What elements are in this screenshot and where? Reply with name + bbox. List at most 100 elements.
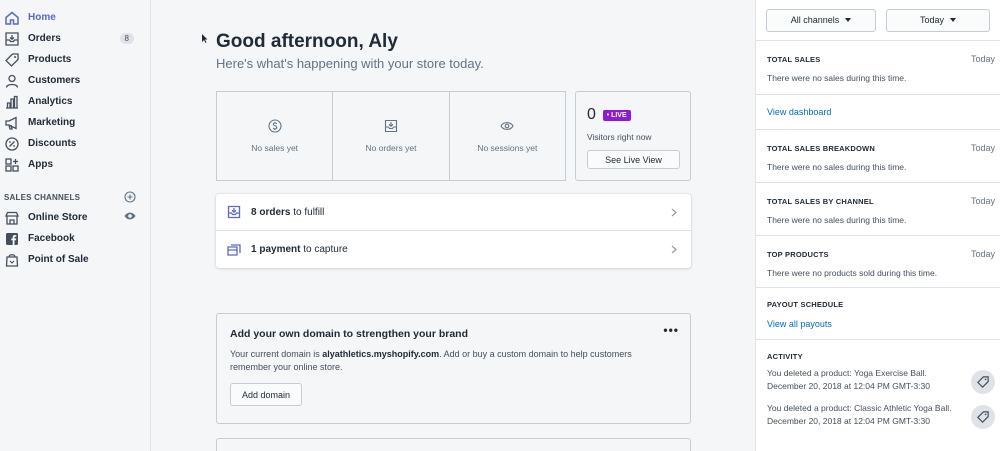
sales-by-channel-section: TOTAL SALES BY CHANNEL Today There were … xyxy=(756,183,1000,236)
eye-icon xyxy=(500,119,514,133)
home-icon xyxy=(4,10,19,25)
live-visitors-header: 0 • LIVE xyxy=(587,106,690,124)
sidebar-item-facebook[interactable]: Facebook xyxy=(0,228,150,249)
orders-stat[interactable]: No orders yet xyxy=(333,92,450,180)
mouse-cursor-icon xyxy=(202,34,208,43)
payment-to-capture-text: 1 payment to capture xyxy=(251,244,348,255)
orders-icon xyxy=(4,31,19,46)
total-sales-text: There were no sales during this time. xyxy=(767,73,907,83)
megaphone-icon xyxy=(4,115,19,130)
sessions-stat[interactable]: No sessions yet xyxy=(450,92,565,180)
payment-to-capture-row[interactable]: 1 payment to capture xyxy=(216,231,691,268)
domain-card-text: Your current domain is alyathletics.mysh… xyxy=(230,349,632,372)
sidebar-item-label: Products xyxy=(28,54,72,65)
main-content: Good afternoon, Aly Here's what's happen… xyxy=(151,0,755,451)
view-all-payouts-link[interactable]: View all payouts xyxy=(767,319,832,329)
page-subtitle: Here's what's happening with your store … xyxy=(216,56,484,71)
sidebar-item-products[interactable]: Products xyxy=(0,49,150,70)
facebook-icon xyxy=(4,231,19,246)
sessions-stat-label: No sessions yet xyxy=(477,143,538,153)
top-products-heading: TOP PRODUCTS xyxy=(767,250,829,259)
right-panel: All channels Today TOTAL SALES Today The… xyxy=(755,0,1000,451)
activity-section: ACTIVITY You deleted a product: Yoga Exe… xyxy=(756,340,1000,429)
tag-icon xyxy=(4,52,19,67)
channel-select[interactable]: All channels xyxy=(766,8,876,32)
sales-by-channel-date: Today xyxy=(970,196,995,206)
sidebar-item-customers[interactable]: Customers xyxy=(0,70,150,91)
activity-item-text: You deleted a product: Classic Athletic … xyxy=(767,403,952,426)
payout-schedule-heading: PAYOUT SCHEDULE xyxy=(767,300,844,309)
page-title: Good afternoon, Aly xyxy=(216,31,398,52)
total-sales-date: Today xyxy=(970,54,995,64)
chevron-right-icon xyxy=(671,245,677,254)
sidebar-item-label: Point of Sale xyxy=(28,254,89,265)
live-visitor-count: 0 xyxy=(587,106,596,123)
sidebar-item-analytics[interactable]: Analytics xyxy=(0,91,150,112)
sales-channels-heading: SALES CHANNELS xyxy=(0,187,150,207)
sidebar-item-apps[interactable]: Apps xyxy=(0,154,150,175)
tag-icon xyxy=(971,405,995,429)
add-domain-button[interactable]: Add domain xyxy=(230,383,302,406)
orders-stat-label: No orders yet xyxy=(365,143,417,153)
sidebar-item-label: Home xyxy=(28,12,56,23)
live-visitors-card: 0 • LIVE Visitors right now See Live Vie… xyxy=(575,91,691,181)
sidebar-item-orders[interactable]: Orders 8 xyxy=(0,28,150,49)
view-dashboard-link[interactable]: View dashboard xyxy=(767,107,831,117)
date-select[interactable]: Today xyxy=(886,8,990,32)
activity-item: You deleted a product: Classic Athletic … xyxy=(767,402,995,429)
domain-card: ••• Add your own domain to strengthen yo… xyxy=(216,313,691,424)
sidebar-item-label: Online Store xyxy=(28,212,88,223)
channel-select-value: All channels xyxy=(790,15,840,25)
orders-to-fulfill-text: 8 orders to fulfill xyxy=(251,206,325,218)
top-products-date: Today xyxy=(970,249,995,259)
orders-count-badge: 8 xyxy=(119,33,134,44)
filters-bar: All channels Today xyxy=(756,0,1000,41)
sidebar-item-label: Orders xyxy=(28,33,61,44)
sidebar-item-discounts[interactable]: Discounts xyxy=(0,133,150,154)
sidebar: Home Orders 8 Products Customers Analyti… xyxy=(0,0,151,451)
top-products-text: There were no products sold during this … xyxy=(767,268,938,278)
sales-by-channel-text: There were no sales during this time. xyxy=(767,215,907,225)
activity-item: You deleted a product: Yoga Exercise Bal… xyxy=(767,367,995,394)
sidebar-item-online-store[interactable]: Online Store xyxy=(0,207,150,228)
view-dashboard-section: View dashboard xyxy=(756,95,1000,130)
current-domain: alyathletics.myshopify.com xyxy=(322,349,440,359)
sales-stat[interactable]: No sales yet xyxy=(217,92,334,180)
sales-breakdown-heading: TOTAL SALES BREAKDOWN xyxy=(767,144,875,153)
sales-by-channel-heading: TOTAL SALES BY CHANNEL xyxy=(767,197,874,206)
payment-icon xyxy=(227,243,241,257)
sidebar-item-label: Marketing xyxy=(28,117,76,128)
pos-icon xyxy=(4,252,19,267)
apps-icon xyxy=(4,157,19,172)
activity-item-text: You deleted a product: Yoga Exercise Bal… xyxy=(767,368,931,391)
chevron-right-icon xyxy=(671,208,677,217)
sidebar-item-label: Discounts xyxy=(28,138,77,149)
total-sales-heading: TOTAL SALES xyxy=(767,55,821,64)
sidebar-item-marketing[interactable]: Marketing xyxy=(0,112,150,133)
more-options-icon[interactable]: ••• xyxy=(663,323,679,337)
bar-chart-icon xyxy=(4,94,19,109)
store-icon xyxy=(4,210,19,225)
live-badge: • LIVE xyxy=(602,109,631,121)
sidebar-item-label: Apps xyxy=(28,159,53,170)
add-channel-icon[interactable] xyxy=(124,191,136,203)
caret-down-icon xyxy=(845,18,852,22)
stats-card: No sales yet No orders yet No sessions y… xyxy=(216,91,566,181)
domain-card-title: Add your own domain to strengthen your b… xyxy=(230,328,468,340)
tag-icon xyxy=(971,370,995,394)
caret-down-icon xyxy=(950,18,957,22)
sidebar-item-home[interactable]: Home xyxy=(0,7,150,28)
person-icon xyxy=(4,73,19,88)
top-products-section: TOP PRODUCTS Today There were no product… xyxy=(756,236,1000,288)
sales-breakdown-date: Today xyxy=(970,143,995,153)
sidebar-item-label: Facebook xyxy=(28,233,75,244)
next-card xyxy=(216,438,691,451)
sales-channels-title: SALES CHANNELS xyxy=(4,192,81,202)
eye-icon[interactable] xyxy=(124,211,136,224)
see-live-view-button[interactable]: See Live View xyxy=(587,150,680,169)
dollar-icon xyxy=(268,119,282,133)
sales-stat-label: No sales yet xyxy=(251,143,299,153)
orders-to-fulfill-row[interactable]: 8 orders to fulfill xyxy=(216,194,691,231)
sidebar-item-point-of-sale[interactable]: Point of Sale xyxy=(0,249,150,270)
sidebar-item-label: Analytics xyxy=(28,96,73,107)
